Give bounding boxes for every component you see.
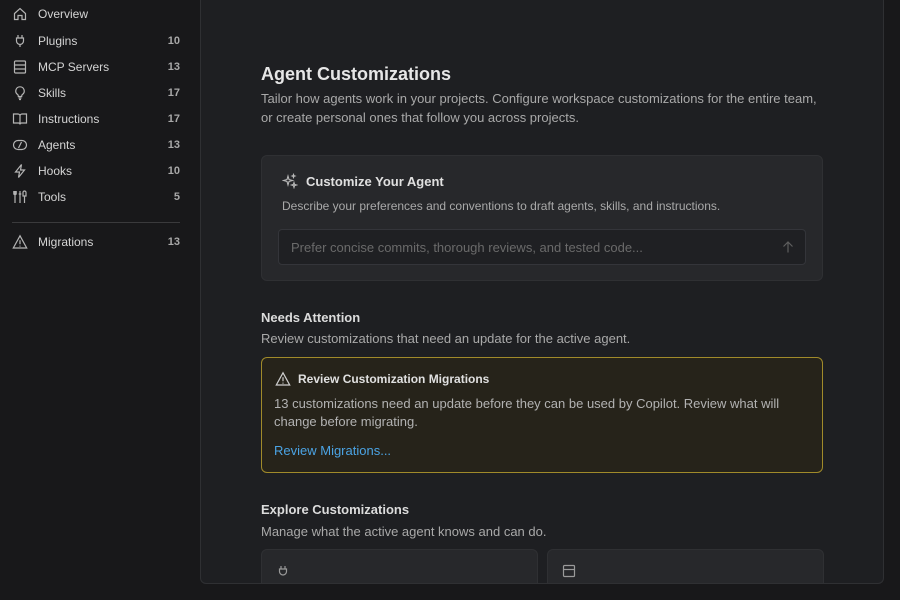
count-badge: 13 — [167, 236, 180, 248]
sidebar-item-mcp-servers[interactable]: MCP Servers 13 — [0, 55, 192, 79]
count-badge: 10 — [167, 35, 180, 47]
plug-icon — [12, 33, 28, 49]
server-icon — [12, 59, 28, 75]
sidebar-item-label: MCP Servers — [38, 60, 110, 74]
migration-warning-card: Review Customization Migrations 13 custo… — [261, 357, 823, 473]
sidebar-item-agents[interactable]: Agents 13 — [0, 133, 192, 157]
sidebar-item-label: Tools — [38, 190, 67, 204]
warning-title: Review Customization Migrations — [298, 372, 490, 386]
warning-icon — [275, 371, 291, 387]
sidebar-item-hooks[interactable]: Hooks 10 — [0, 159, 192, 183]
sidebar-item-label: Overview — [38, 7, 89, 21]
send-arrow-icon[interactable] — [781, 240, 795, 254]
explore-card[interactable] — [261, 549, 538, 583]
agent-icon — [12, 137, 28, 153]
explore-card[interactable] — [547, 549, 824, 583]
needs-attention-description: Review customizations that need an updat… — [261, 331, 631, 346]
sidebar-item-label: Agents — [38, 138, 76, 152]
warning-body: 13 customizations need an update before … — [274, 396, 780, 429]
customize-card-description: Describe your preferences and convention… — [282, 199, 721, 213]
main-panel: Agent Customizations Tailor how agents w… — [200, 0, 884, 584]
count-badge: 10 — [167, 165, 180, 177]
book-icon — [12, 111, 28, 127]
sidebar-item-label: Migrations — [38, 235, 94, 249]
sidebar-item-instructions[interactable]: Instructions 17 — [0, 107, 192, 131]
customize-agent-card: Customize Your Agent Describe your prefe… — [261, 155, 823, 281]
lightbulb-icon — [12, 85, 28, 101]
needs-attention-heading: Needs Attention — [261, 310, 361, 325]
sidebar-item-label: Plugins — [38, 34, 78, 48]
explore-description: Manage what the active agent knows and c… — [261, 524, 547, 539]
tools-icon — [12, 189, 28, 205]
prompt-input-container — [278, 229, 806, 265]
sidebar-item-label: Skills — [38, 86, 67, 100]
count-badge: 17 — [167, 113, 180, 125]
sidebar-divider — [12, 222, 180, 223]
review-migrations-link[interactable]: Review Migrations... — [274, 443, 391, 458]
sidebar: Overview Plugins 10 MCP Servers 13 Skill… — [0, 0, 200, 600]
explore-heading: Explore Customizations — [261, 502, 410, 517]
count-badge: 13 — [167, 61, 180, 73]
count-badge: 13 — [167, 139, 180, 151]
sidebar-item-overview[interactable]: Overview — [0, 2, 192, 26]
home-icon — [12, 6, 28, 22]
lightning-icon — [12, 163, 28, 179]
sidebar-item-label: Instructions — [38, 112, 100, 126]
plug-icon — [276, 564, 290, 578]
count-badge: 5 — [173, 191, 180, 203]
warning-icon — [12, 234, 28, 250]
prompt-input[interactable] — [279, 230, 769, 264]
sidebar-item-plugins[interactable]: Plugins 10 — [0, 29, 192, 53]
sidebar-item-tools[interactable]: Tools 5 — [0, 185, 192, 209]
sidebar-item-skills[interactable]: Skills 17 — [0, 81, 192, 105]
sparkle-icon — [282, 173, 298, 189]
sidebar-item-migrations[interactable]: Migrations 13 — [0, 230, 192, 254]
app-window: Overview Plugins 10 MCP Servers 13 Skill… — [0, 0, 900, 600]
server-icon — [562, 564, 576, 578]
sidebar-item-label: Hooks — [38, 164, 73, 178]
page-title: Agent Customizations — [261, 64, 452, 84]
customize-card-title: Customize Your Agent — [306, 174, 444, 189]
count-badge: 17 — [167, 87, 180, 99]
page-description: Tailor how agents work in your projects.… — [261, 91, 817, 125]
